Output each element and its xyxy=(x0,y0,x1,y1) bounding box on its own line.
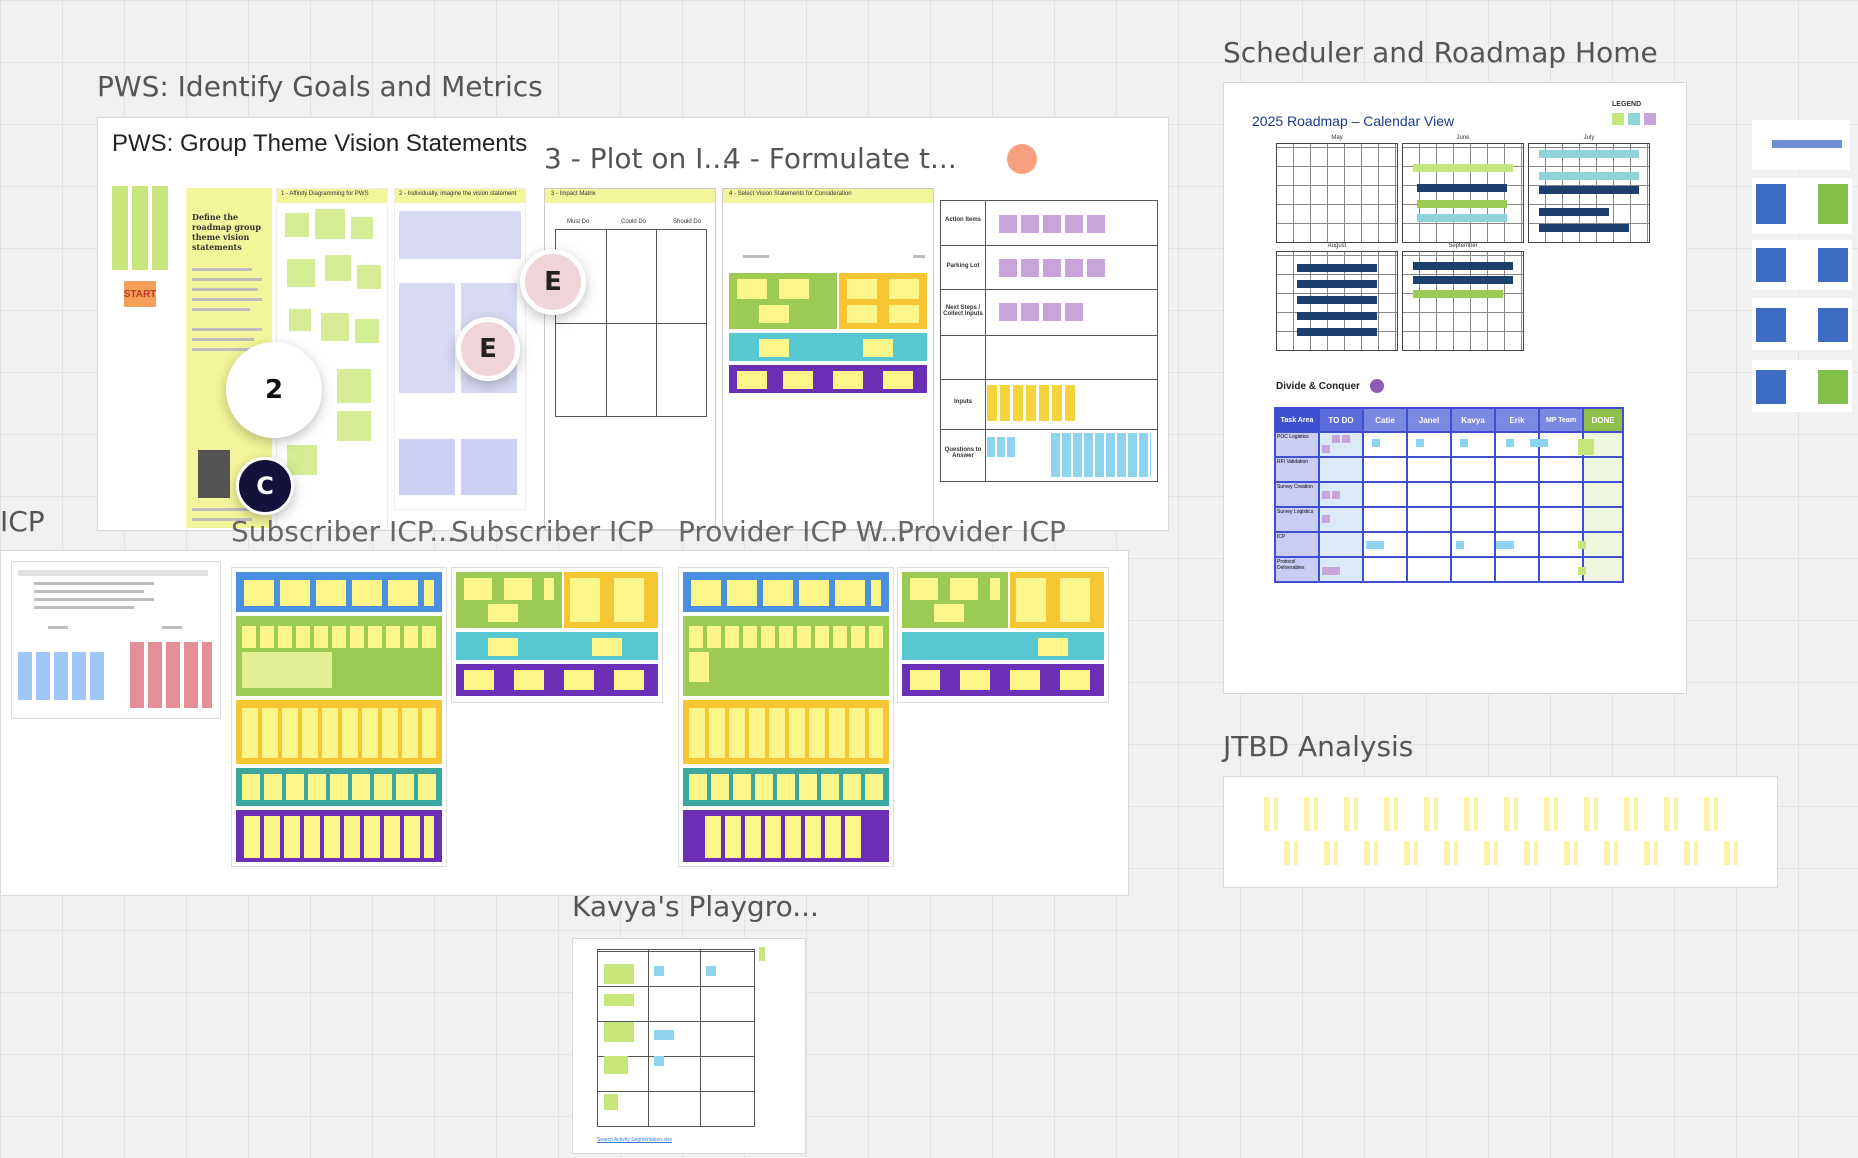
frame-scheduler[interactable]: 2025 Roadmap – Calendar View LEGEND May … xyxy=(1223,82,1687,694)
impact-col-1: Could Do xyxy=(621,219,647,225)
calendar-month-label: September xyxy=(1448,243,1478,249)
provider-icp-panel[interactable] xyxy=(897,567,1109,703)
impact-title: 3 - Impact Matrix xyxy=(551,191,596,197)
start-sticker: START xyxy=(124,281,156,307)
select-vision-card[interactable]: 4 - Select Vision Statements for Conside… xyxy=(722,188,934,530)
calendar-june[interactable]: June xyxy=(1402,135,1524,243)
calendar-month-label: August xyxy=(1327,243,1347,249)
subscriber-icp-panel[interactable] xyxy=(451,567,663,703)
frame-title-pws-group[interactable]: PWS: Group Theme Vision Statements xyxy=(112,130,527,158)
avatar-e-2[interactable]: E xyxy=(456,317,520,381)
subscriber-icp-w-panel[interactable] xyxy=(231,567,447,867)
select-title: 4 - Select Vision Statements for Conside… xyxy=(729,191,852,197)
impact-matrix[interactable]: 3 - Impact Matrix Must Do Could Do Shoul… xyxy=(544,188,716,530)
row-action-items: Action Items xyxy=(944,217,981,223)
frame-title-formulate[interactable]: 4 - Formulate t... xyxy=(723,142,957,175)
kanban-header-janel: Janel xyxy=(1406,407,1452,433)
row-next-steps: Next Steps / Collect Inputs xyxy=(943,305,983,317)
person-photo xyxy=(198,450,230,498)
purple-sticker-icon xyxy=(1370,379,1384,393)
kavya-grid xyxy=(597,949,755,1127)
divide-conquer-title: Divide & Conquer xyxy=(1276,381,1360,392)
kavya-file-link[interactable]: Search Activity Segmentation.xlsx xyxy=(597,1137,672,1143)
legend-label: LEGEND xyxy=(1612,101,1642,108)
kanban-row-label: Protocol Deliverables xyxy=(1274,556,1320,583)
calendar-month-label: July xyxy=(1583,135,1595,141)
kanban-row-label: Survey Creation xyxy=(1274,481,1320,508)
calendar-month-label: May xyxy=(1331,135,1343,141)
impact-col-2: Should Do xyxy=(673,219,702,225)
impact-grid xyxy=(555,229,707,417)
row-parking-lot: Parking Lot xyxy=(946,263,980,269)
side-thumbnails[interactable] xyxy=(1750,120,1856,416)
row-questions: Questions to Answer xyxy=(944,447,982,459)
row-inputs: Inputs xyxy=(954,399,972,405)
intro-heading: Define the roadmap group theme vision st… xyxy=(192,212,261,252)
roadmap-title: 2025 Roadmap – Calendar View xyxy=(1252,113,1455,129)
frame-title-icp[interactable]: ICP xyxy=(0,505,45,538)
start-label: START xyxy=(123,288,157,300)
kanban-header-catie: Catie xyxy=(1362,407,1408,433)
calendar-may[interactable]: May xyxy=(1276,135,1398,243)
kanban-row-label: ICP xyxy=(1274,531,1320,558)
icp-overview-panel[interactable] xyxy=(11,561,221,719)
frame-title-scheduler[interactable]: Scheduler and Roadmap Home xyxy=(1223,36,1658,69)
frame-kavya[interactable]: Search Activity Segmentation.xlsx xyxy=(572,938,806,1154)
kanban-header-mp-team: MP Team xyxy=(1538,407,1584,433)
avatar-c[interactable]: C xyxy=(236,457,294,515)
provider-icp-w-panel[interactable] xyxy=(678,567,894,867)
calendar-month-label: June xyxy=(1456,135,1470,141)
kanban-header-kavya: Kavya xyxy=(1450,407,1496,433)
kanban-row-label: Survey Logistics xyxy=(1274,506,1320,533)
frame-title-subscriber-icp[interactable]: Subscriber ICP xyxy=(451,515,654,548)
kanban-row-label: RFI Validation xyxy=(1274,456,1320,483)
frame-title-subscriber-icp-w[interactable]: Subscriber ICP... xyxy=(231,515,456,548)
collaborator-count-badge[interactable]: 2 xyxy=(226,342,322,438)
kanban-header-task-area: Task Area xyxy=(1274,407,1320,433)
frame-title-kavya[interactable]: Kavya's Playgro... xyxy=(572,890,819,923)
kanban-header-done: DONE xyxy=(1582,407,1624,433)
sticky-note[interactable] xyxy=(112,186,128,270)
frame-icp[interactable]: Subscriber ICP... Subscriber ICP Provide… xyxy=(0,515,1129,896)
impact-col-0: Must Do xyxy=(567,219,590,225)
calendar-september[interactable]: September xyxy=(1402,243,1524,351)
frame-title-plot[interactable]: 3 - Plot on I... xyxy=(544,142,730,175)
avatar-e-1[interactable]: E xyxy=(520,249,586,315)
imagine-title: 2 - Individually, imagine the vision sta… xyxy=(399,191,517,197)
sticky-note[interactable] xyxy=(132,186,148,270)
action-table[interactable]: Action Items Parking Lot Next Steps / Co… xyxy=(940,200,1158,482)
kanban-header-todo: TO DO xyxy=(1318,407,1364,433)
mascot-sticker-icon xyxy=(1007,144,1037,174)
frame-title-provider-icp-w[interactable]: Provider ICP W... xyxy=(678,515,907,548)
calendar-july[interactable]: July xyxy=(1528,135,1650,243)
frame-title-pws-identify[interactable]: PWS: Identify Goals and Metrics xyxy=(97,70,543,103)
kanban-row-label: POC Logistics xyxy=(1274,431,1320,458)
frame-jtbd[interactable] xyxy=(1223,776,1778,888)
calendar-august[interactable]: August xyxy=(1276,243,1398,351)
sticky-note[interactable] xyxy=(152,186,168,270)
frame-title-jtbd[interactable]: JTBD Analysis xyxy=(1223,730,1413,763)
affinity-title: 1 - Affinity Diagramming for PWS xyxy=(281,191,369,197)
kanban-header-erik: Erik xyxy=(1494,407,1540,433)
frame-title-provider-icp[interactable]: Provider ICP xyxy=(897,515,1066,548)
